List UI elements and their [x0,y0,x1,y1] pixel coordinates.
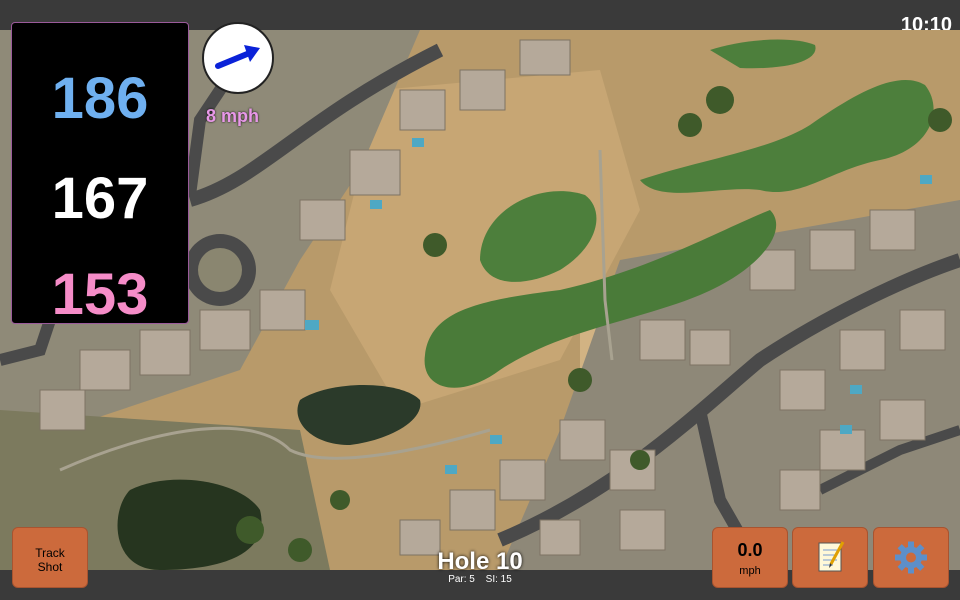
gear-icon [895,541,927,574]
track-shot-label-2: Shot [37,560,63,574]
back-distance: 186 [51,66,149,131]
speed-unit: mph [739,565,761,577]
wind-indicator [202,22,274,94]
speed-button[interactable]: 0.0 mph [712,527,788,588]
hole-info: Hole 10 Par: 5 SI: 15 [380,548,580,585]
notepad-icon [818,541,845,572]
distance-panel: 186 167 153 [11,22,189,327]
wind-arrow-icon [215,45,260,69]
settings-button[interactable] [873,527,949,588]
middle-distance: 167 [51,166,149,231]
hole-details: Par: 5 SI: 15 [380,574,580,585]
track-shot-button[interactable]: Track Shot [12,527,88,588]
hole-stroke-index: SI: 15 [485,574,512,585]
hole-par: Par: 5 [448,574,475,585]
wind-speed: 8 mph [206,106,260,126]
notes-button[interactable] [792,527,868,588]
hole-name: Hole 10 [437,548,523,575]
front-distance: 153 [51,262,149,327]
track-shot-label-1: Track [35,546,65,560]
speed-value: 0.0 [737,540,763,560]
